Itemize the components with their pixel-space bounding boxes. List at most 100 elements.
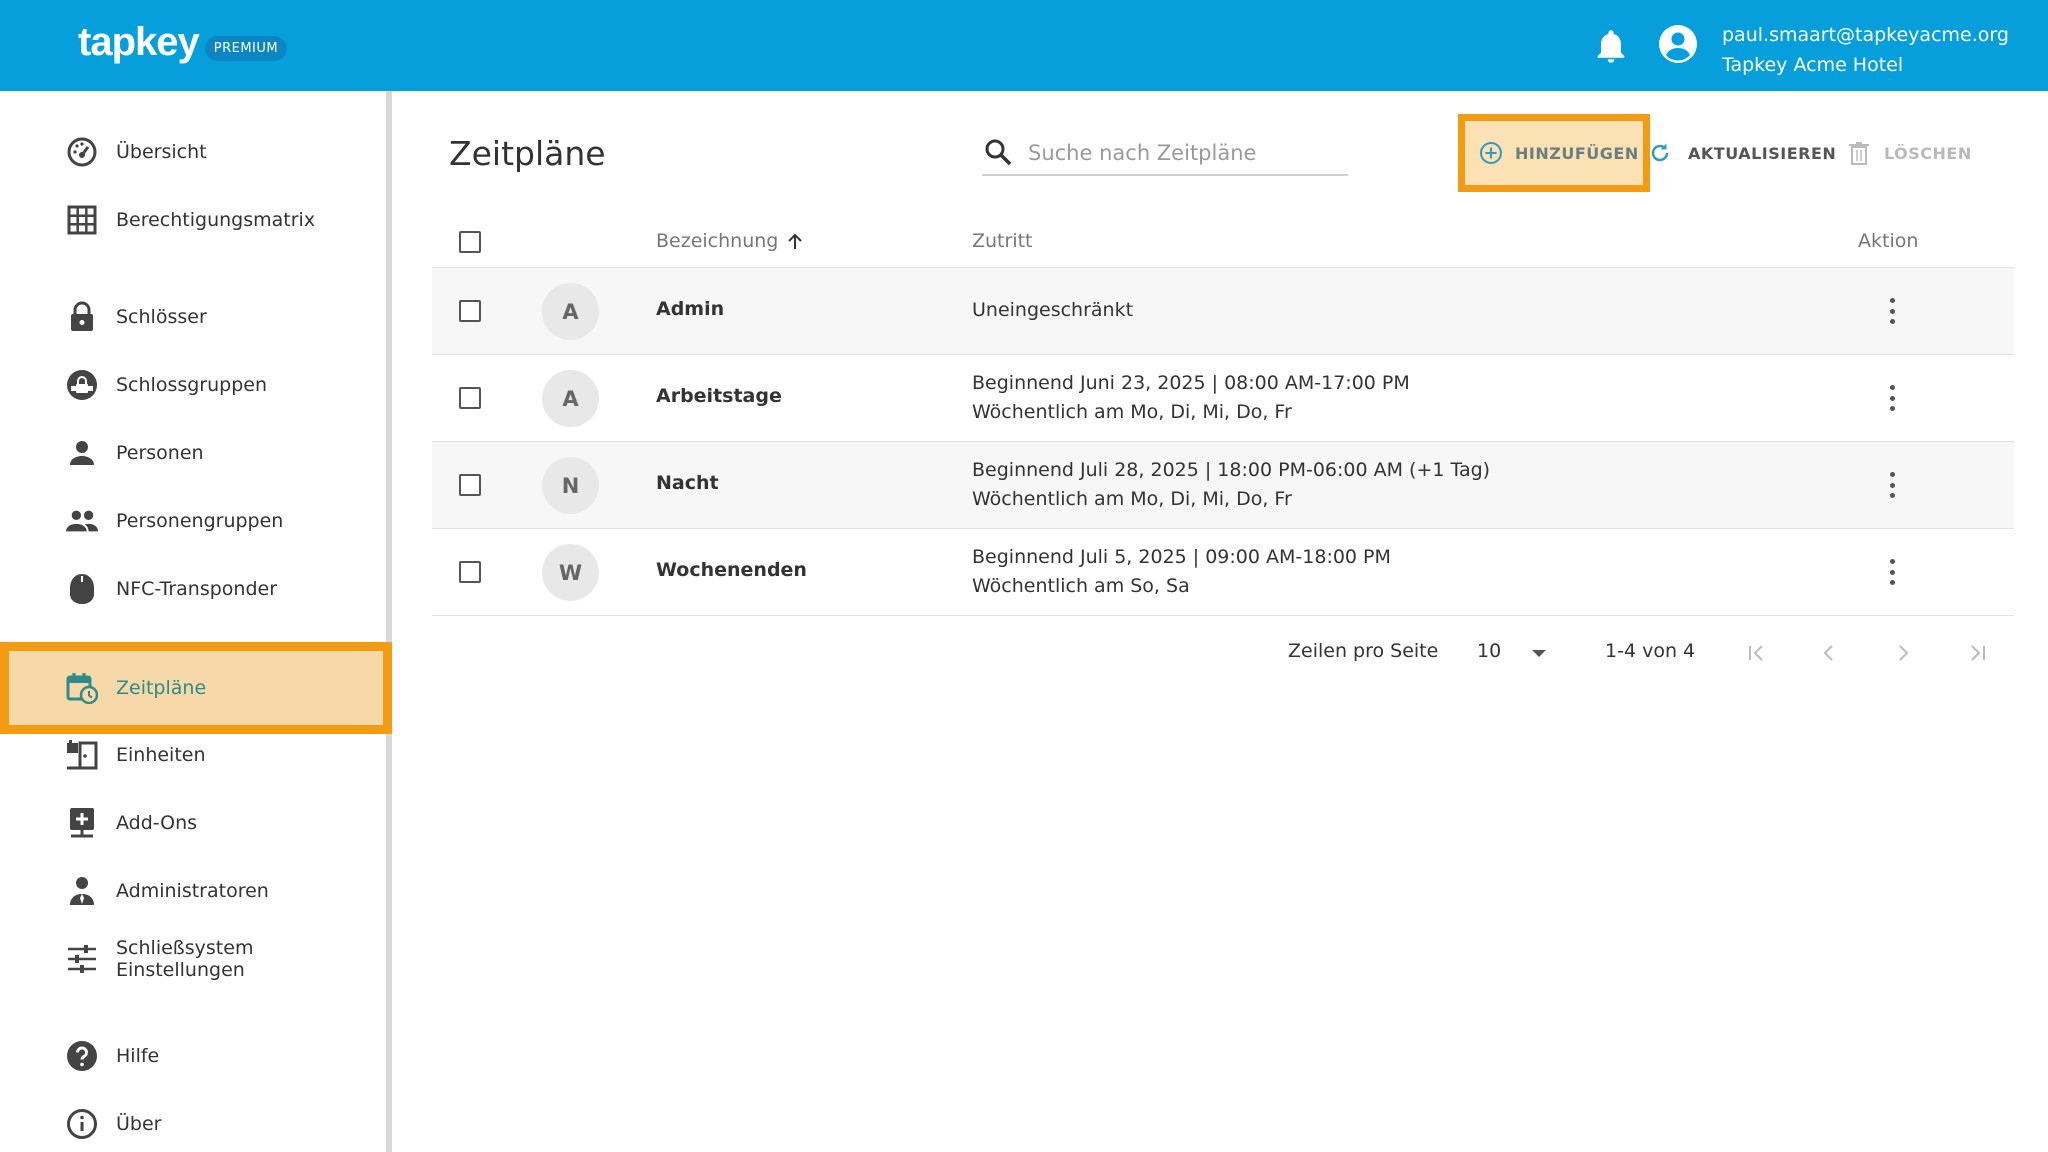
sidebar-item-add-ons[interactable]: Add-Ons xyxy=(0,789,386,857)
schedule-name: Admin xyxy=(656,298,725,320)
refresh-button[interactable]: AKTUALISIEREN xyxy=(1648,138,1836,168)
sidebar-item-person-groups[interactable]: Personengruppen xyxy=(0,487,386,555)
lock-icon xyxy=(66,301,98,333)
sidebar-item-nfc-transponder[interactable]: NFC-Transponder xyxy=(0,555,386,623)
row-checkbox[interactable] xyxy=(459,387,481,409)
rows-per-page-value: 10 xyxy=(1477,640,1502,662)
row-checkbox[interactable] xyxy=(459,300,481,322)
sidebar-item-locks[interactable]: Schlösser xyxy=(0,283,386,351)
sidebar-item-label: Schlossgruppen xyxy=(116,374,268,396)
sort-arrow-up-icon xyxy=(786,232,804,250)
sidebar-item-label: Personengruppen xyxy=(116,510,284,532)
more-options-icon[interactable] xyxy=(1880,296,1904,326)
previous-page-icon[interactable] xyxy=(1814,638,1844,668)
dashboard-icon xyxy=(66,136,98,168)
schedule-name: Nacht xyxy=(656,472,719,494)
sidebar-item-label: Einheiten xyxy=(116,744,206,766)
sidebar-item-label: NFC-Transponder xyxy=(116,578,278,600)
sidebar-item-label: Zeitpläne xyxy=(116,677,207,699)
access-line: Uneingeschränkt xyxy=(972,299,1134,321)
delete-button[interactable]: LÖSCHEN xyxy=(1848,138,1972,168)
search-input[interactable] xyxy=(1028,136,1338,170)
dropdown-arrow-icon[interactable] xyxy=(1532,650,1546,657)
schedule-avatar: A xyxy=(542,370,599,427)
lock-group-icon xyxy=(66,369,98,401)
schedule-access: Beginnend Juni 23, 2025 | 08:00 AM-17:00… xyxy=(972,369,1410,427)
schedule-name: Arbeitstage xyxy=(656,385,782,407)
table-row[interactable]: W Wochenenden Beginnend Juli 5, 2025 | 0… xyxy=(432,529,2014,616)
access-line: Wöchentlich am Mo, Di, Mi, Do, Fr xyxy=(972,488,1292,510)
nfc-tag-icon xyxy=(66,573,98,605)
table-row[interactable]: N Nacht Beginnend Juli 28, 2025 | 18:00 … xyxy=(432,442,2014,529)
people-icon xyxy=(66,505,98,537)
next-page-icon[interactable] xyxy=(1888,638,1918,668)
last-page-icon[interactable] xyxy=(1962,638,1992,668)
rows-per-page-label: Zeilen pro Seite xyxy=(1288,640,1439,662)
schedule-name: Wochenenden xyxy=(656,559,807,581)
column-header-name[interactable]: Bezeichnung xyxy=(656,230,804,252)
schedule-access: Uneingeschränkt xyxy=(972,296,1133,325)
calendar-clock-icon xyxy=(66,672,98,704)
user-organization: Tapkey Acme Hotel xyxy=(1722,54,1904,76)
sidebar-item-lock-groups[interactable]: Schlossgruppen xyxy=(0,351,386,419)
tapkey-logo[interactable]: tapkey PREMIUM xyxy=(78,20,288,65)
refresh-button-label: AKTUALISIEREN xyxy=(1688,143,1837,163)
table-row[interactable]: A Arbeitstage Beginnend Juni 23, 2025 | … xyxy=(432,355,2014,442)
bell-icon[interactable] xyxy=(1595,28,1627,64)
schedule-avatar: W xyxy=(542,544,599,601)
sidebar-item-label: Schlösser xyxy=(116,306,207,328)
logo-wordmark: tapkey xyxy=(78,20,200,64)
more-options-icon[interactable] xyxy=(1880,470,1904,500)
help-icon xyxy=(66,1040,98,1072)
access-line: Wöchentlich am Mo, Di, Mi, Do, Fr xyxy=(972,401,1292,423)
premium-badge: PREMIUM xyxy=(204,36,288,61)
sidebar-item-administrators[interactable]: Administratoren xyxy=(0,857,386,925)
sidebar-item-label: Berechtigungsmatrix xyxy=(116,209,316,231)
sidebar-item-units[interactable]: Einheiten xyxy=(0,721,386,789)
sidebar-item-overview[interactable]: Übersicht xyxy=(0,118,386,186)
addon-icon xyxy=(66,807,98,839)
info-icon xyxy=(66,1108,98,1140)
schedule-avatar: A xyxy=(542,283,599,340)
add-button-label: HINZUFÜGEN xyxy=(1515,143,1639,163)
delete-button-label: LÖSCHEN xyxy=(1884,143,1972,163)
units-icon xyxy=(66,739,98,771)
page-range-text: 1-4 von 4 xyxy=(1605,640,1696,662)
sidebar-item-permission-matrix[interactable]: Berechtigungsmatrix xyxy=(0,186,386,254)
top-bar: tapkey PREMIUM paul.smaart@tapkeyacme.or… xyxy=(0,0,2048,91)
select-all-checkbox[interactable] xyxy=(459,231,481,253)
column-header-action: Aktion xyxy=(1858,230,1919,252)
sidebar-item-about[interactable]: Über xyxy=(0,1090,386,1152)
row-checkbox[interactable] xyxy=(459,474,481,496)
person-icon xyxy=(66,437,98,469)
sidebar-item-label: Personen xyxy=(116,442,204,464)
sidebar-item-persons[interactable]: Personen xyxy=(0,419,386,487)
search-icon xyxy=(984,138,1012,166)
access-line: Beginnend Juli 5, 2025 | 09:00 AM-18:00 … xyxy=(972,546,1391,568)
sidebar-item-label: Administratoren xyxy=(116,880,269,902)
add-button[interactable]: HINZUFÜGEN xyxy=(1458,114,1650,192)
column-header-label: Bezeichnung xyxy=(656,230,779,252)
account-icon[interactable] xyxy=(1658,24,1698,64)
sidebar-item-help[interactable]: Hilfe xyxy=(0,1022,386,1090)
more-options-icon[interactable] xyxy=(1880,557,1904,587)
user-email: paul.smaart@tapkeyacme.org xyxy=(1722,24,2009,46)
more-options-icon[interactable] xyxy=(1880,383,1904,413)
row-checkbox[interactable] xyxy=(459,561,481,583)
search-box[interactable] xyxy=(982,132,1348,176)
sliders-icon xyxy=(66,943,98,975)
schedule-access: Beginnend Juli 28, 2025 | 18:00 PM-06:00… xyxy=(972,456,1490,514)
first-page-icon[interactable] xyxy=(1742,638,1772,668)
schedule-access: Beginnend Juli 5, 2025 | 09:00 AM-18:00 … xyxy=(972,543,1391,601)
schedules-table: Bezeichnung Zutritt Aktion A Admin Unein… xyxy=(432,216,2014,616)
user-info[interactable]: paul.smaart@tapkeyacme.org Tapkey Acme H… xyxy=(1722,20,2009,80)
grid-icon xyxy=(66,204,98,236)
column-header-access: Zutritt xyxy=(972,230,1033,252)
sidebar-item-locking-system-settings[interactable]: Schließsystem Einstellungen xyxy=(0,925,386,993)
table-header: Bezeichnung Zutritt Aktion xyxy=(432,216,2014,268)
sidebar-item-label: Add-Ons xyxy=(116,812,198,834)
refresh-icon xyxy=(1648,141,1672,165)
sidebar-item-label: Hilfe xyxy=(116,1045,160,1067)
schedule-avatar: N xyxy=(542,457,599,514)
table-row[interactable]: A Admin Uneingeschränkt xyxy=(432,268,2014,355)
